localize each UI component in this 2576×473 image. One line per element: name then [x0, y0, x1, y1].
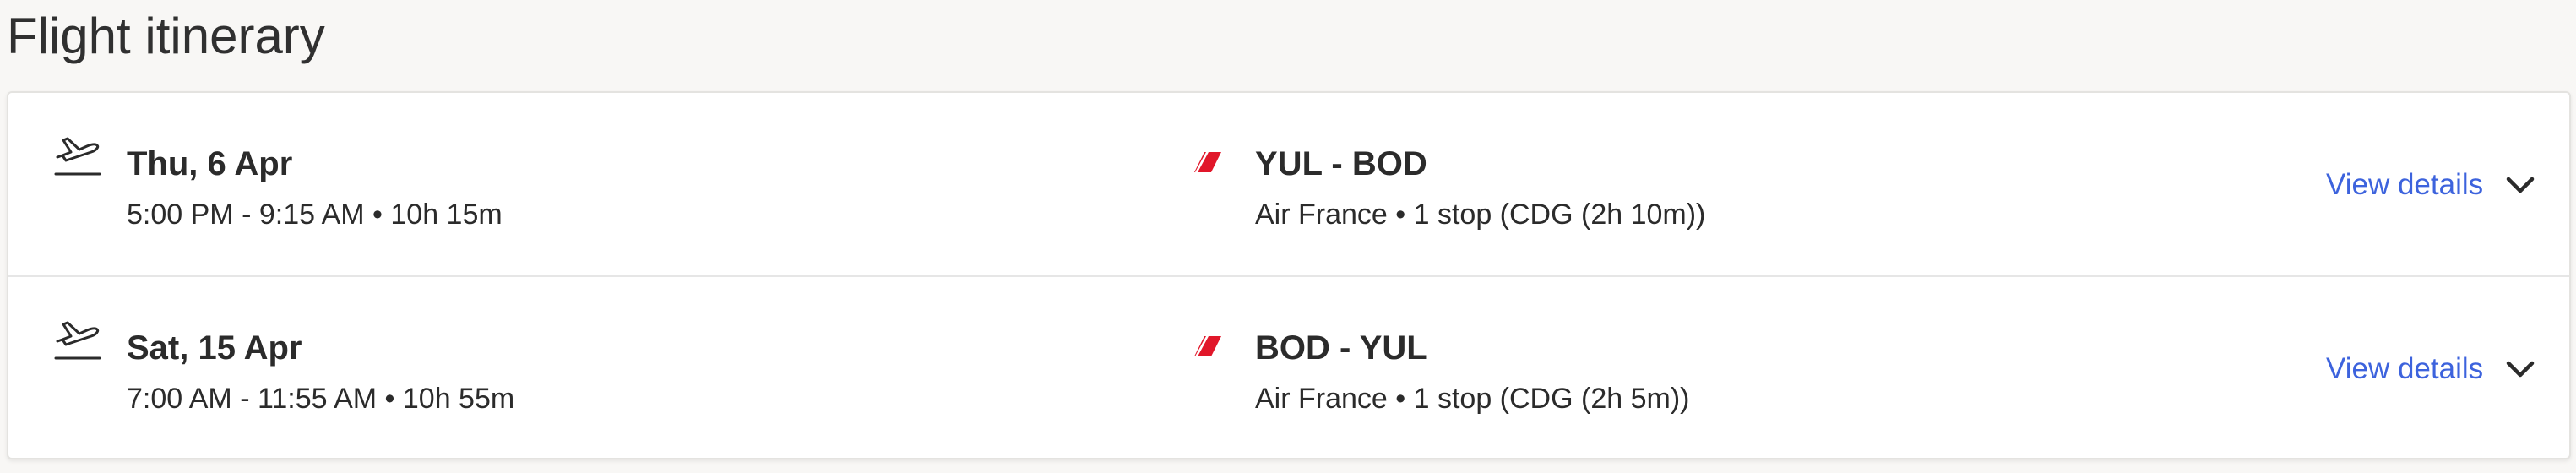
air-france-logo-icon	[1194, 152, 1221, 172]
leg-carrier: Air France • 1 stop (CDG (2h 10m))	[1255, 198, 1706, 231]
itinerary-card: Thu, 6 Apr 5:00 PM - 9:15 AM • 10h 15m Y…	[7, 91, 2571, 459]
itinerary-leg-return: Sat, 15 Apr 7:00 AM - 11:55 AM • 10h 55m…	[8, 277, 2569, 459]
chevron-down-icon[interactable]	[2505, 359, 2535, 379]
itinerary-leg-outbound: Thu, 6 Apr 5:00 PM - 9:15 AM • 10h 15m Y…	[8, 93, 2569, 275]
view-details-label[interactable]: View details	[2326, 350, 2483, 389]
air-france-logo-icon	[1194, 336, 1221, 356]
plane-takeoff-icon	[54, 321, 101, 360]
chevron-down-icon[interactable]	[2505, 175, 2535, 195]
page-title: Flight itinerary	[7, 8, 325, 64]
leg-date: Sat, 15 Apr	[127, 329, 302, 367]
flight-itinerary-page: Flight itinerary Thu, 6 Apr 5:00 PM - 9:…	[0, 0, 2576, 473]
leg-route: BOD - YUL	[1255, 329, 1427, 367]
view-details-button[interactable]: View details	[2326, 350, 2535, 389]
view-details-label[interactable]: View details	[2326, 166, 2483, 204]
leg-route: YUL - BOD	[1255, 145, 1427, 182]
leg-date: Thu, 6 Apr	[127, 145, 293, 182]
leg-times: 7:00 AM - 11:55 AM • 10h 55m	[127, 383, 515, 415]
leg-times: 5:00 PM - 9:15 AM • 10h 15m	[127, 198, 503, 231]
leg-carrier: Air France • 1 stop (CDG (2h 5m))	[1255, 383, 1690, 415]
plane-takeoff-icon	[54, 137, 101, 176]
view-details-button[interactable]: View details	[2326, 166, 2535, 204]
